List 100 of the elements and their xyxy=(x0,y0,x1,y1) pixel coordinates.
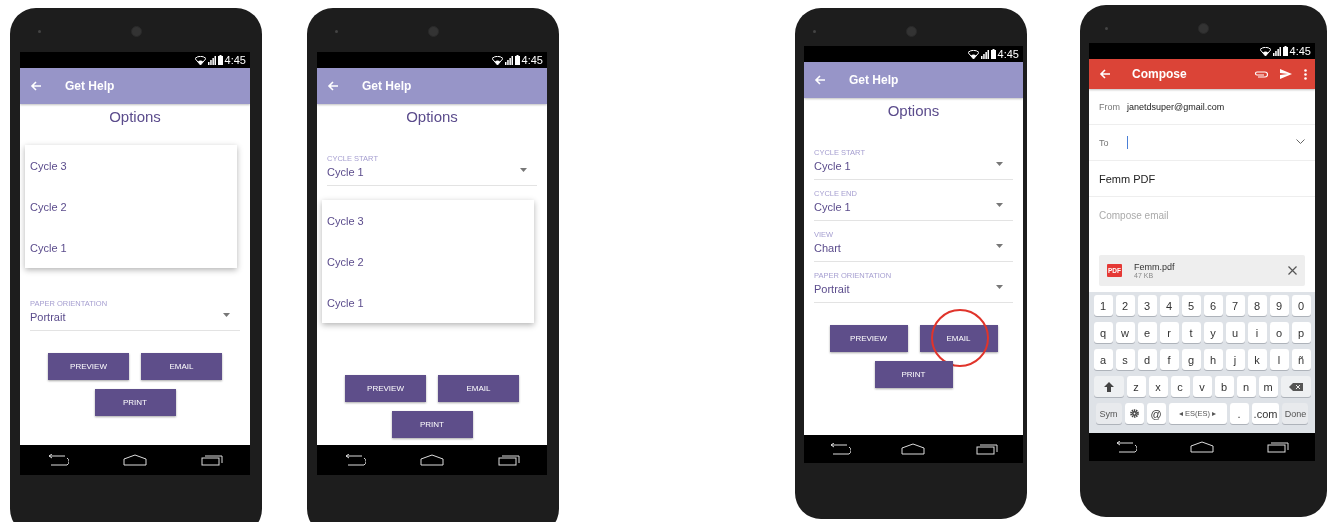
keyboard-key[interactable]: d xyxy=(1137,349,1157,370)
back-arrow-icon[interactable] xyxy=(30,81,41,91)
home-icon[interactable] xyxy=(901,443,926,455)
keyboard-key[interactable]: f xyxy=(1159,349,1179,370)
keyboard-key[interactable]: p xyxy=(1291,322,1311,343)
keyboard-key[interactable]: 2 xyxy=(1115,295,1135,316)
battery-icon xyxy=(1282,46,1288,56)
app-title: Get Help xyxy=(362,79,412,93)
keyboard-key[interactable]: l xyxy=(1269,349,1289,370)
action-button[interactable]: PRINT xyxy=(391,411,473,438)
settings-key[interactable] xyxy=(1124,403,1144,424)
to-field[interactable]: To xyxy=(1089,125,1315,161)
keyboard-key[interactable]: 0 xyxy=(1291,295,1311,316)
chevron-down-icon[interactable] xyxy=(1296,139,1305,144)
home-icon[interactable] xyxy=(123,454,147,466)
action-button[interactable]: EMAIL xyxy=(919,325,998,352)
recents-icon[interactable] xyxy=(975,443,998,455)
field-value: Portrait xyxy=(30,311,66,323)
keyboard-key[interactable]: ñ xyxy=(1291,349,1311,370)
keyboard-key[interactable]: 8 xyxy=(1247,295,1267,316)
dropdown-caret-icon[interactable] xyxy=(996,244,1003,248)
recents-icon[interactable] xyxy=(1266,441,1289,453)
menu-option[interactable]: Cycle 1 xyxy=(322,282,534,323)
back-icon[interactable] xyxy=(1115,441,1138,453)
more-icon[interactable] xyxy=(1304,68,1307,80)
keyboard-key[interactable]: c xyxy=(1170,376,1190,397)
keyboard-key[interactable]: Sym xyxy=(1095,403,1122,424)
back-icon[interactable] xyxy=(344,454,366,466)
app-title: Compose xyxy=(1132,67,1187,81)
action-button[interactable]: PRINT xyxy=(94,389,176,416)
keyboard-key[interactable]: .com xyxy=(1251,403,1280,424)
keyboard-key[interactable]: t xyxy=(1181,322,1201,343)
keyboard-key[interactable]: 4 xyxy=(1159,295,1179,316)
recents-icon[interactable] xyxy=(498,454,520,466)
home-icon[interactable] xyxy=(1190,441,1214,453)
keyboard-key[interactable]: y xyxy=(1203,322,1223,343)
action-button[interactable]: PREVIEW xyxy=(48,353,129,380)
keyboard-key[interactable]: . xyxy=(1229,403,1249,424)
keyboard-key[interactable]: 3 xyxy=(1137,295,1157,316)
keyboard-key[interactable]: a xyxy=(1093,349,1113,370)
keyboard-key[interactable]: 5 xyxy=(1181,295,1201,316)
keyboard-key[interactable]: u xyxy=(1225,322,1245,343)
menu-option[interactable]: Cycle 1 xyxy=(25,227,237,268)
status-time: 4:45 xyxy=(1289,45,1311,57)
back-arrow-icon[interactable] xyxy=(327,81,338,91)
back-icon[interactable] xyxy=(47,454,69,466)
keyboard-key[interactable]: g xyxy=(1181,349,1201,370)
menu-option[interactable]: Cycle 3 xyxy=(322,200,534,241)
action-button[interactable]: PREVIEW xyxy=(829,325,908,352)
keyboard-key[interactable]: k xyxy=(1247,349,1267,370)
keyboard-key[interactable]: @ xyxy=(1146,403,1166,424)
recents-icon[interactable] xyxy=(201,454,223,466)
paperclip-icon[interactable] xyxy=(1254,70,1268,78)
home-icon[interactable] xyxy=(420,454,444,466)
keyboard-key[interactable]: n xyxy=(1236,376,1256,397)
keyboard-key[interactable]: m xyxy=(1258,376,1278,397)
menu-option[interactable]: Cycle 2 xyxy=(322,241,534,282)
action-button[interactable]: EMAIL xyxy=(438,375,519,402)
dropdown-caret-icon[interactable] xyxy=(996,203,1003,207)
battery-icon xyxy=(990,49,996,59)
keyboard-key[interactable]: s xyxy=(1115,349,1135,370)
action-button[interactable]: PRINT xyxy=(874,361,953,388)
keyboard-key[interactable]: q xyxy=(1093,322,1113,343)
keyboard-key[interactable]: 7 xyxy=(1225,295,1245,316)
dropdown-caret-icon[interactable] xyxy=(996,285,1003,289)
keyboard-key[interactable]: 6 xyxy=(1203,295,1223,316)
keyboard-key[interactable]: e xyxy=(1137,322,1157,343)
keyboard-key[interactable]: w xyxy=(1115,322,1135,343)
keyboard-key[interactable]: z xyxy=(1126,376,1146,397)
close-icon[interactable] xyxy=(1288,266,1297,275)
keyboard-key[interactable]: Done xyxy=(1282,403,1309,424)
back-icon[interactable] xyxy=(829,443,852,455)
keyboard-key[interactable]: x xyxy=(1148,376,1168,397)
gear-icon xyxy=(1128,408,1140,419)
backspace-icon xyxy=(1288,382,1303,391)
menu-option[interactable]: Cycle 2 xyxy=(25,186,237,227)
keyboard-key[interactable]: j xyxy=(1225,349,1245,370)
action-button[interactable]: PREVIEW xyxy=(345,375,426,402)
field-value: Cycle 1 xyxy=(327,166,364,178)
page-heading: Options xyxy=(406,108,458,125)
back-arrow-icon[interactable] xyxy=(1099,69,1110,79)
keyboard-key[interactable]: i xyxy=(1247,322,1267,343)
keyboard-key[interactable]: 9 xyxy=(1269,295,1289,316)
keyboard-key[interactable]: h xyxy=(1203,349,1223,370)
send-icon[interactable] xyxy=(1280,69,1292,79)
dropdown-caret-icon[interactable] xyxy=(996,162,1003,166)
dropdown-caret-icon[interactable] xyxy=(520,168,527,172)
backspace-key[interactable] xyxy=(1280,376,1311,397)
keyboard-key[interactable]: 1 xyxy=(1093,295,1113,316)
keyboard-key[interactable]: b xyxy=(1214,376,1234,397)
subject-field[interactable]: Femm PDF xyxy=(1099,172,1156,185)
dropdown-caret-icon[interactable] xyxy=(223,313,230,317)
shift-key[interactable] xyxy=(1093,376,1124,397)
speaker xyxy=(37,30,41,33)
back-arrow-icon[interactable] xyxy=(814,75,825,85)
keyboard-key[interactable]: v xyxy=(1192,376,1212,397)
keyboard-key[interactable]: r xyxy=(1159,322,1179,343)
menu-option[interactable]: Cycle 3 xyxy=(25,145,237,186)
keyboard-key[interactable]: o xyxy=(1269,322,1289,343)
action-button[interactable]: EMAIL xyxy=(141,353,222,380)
